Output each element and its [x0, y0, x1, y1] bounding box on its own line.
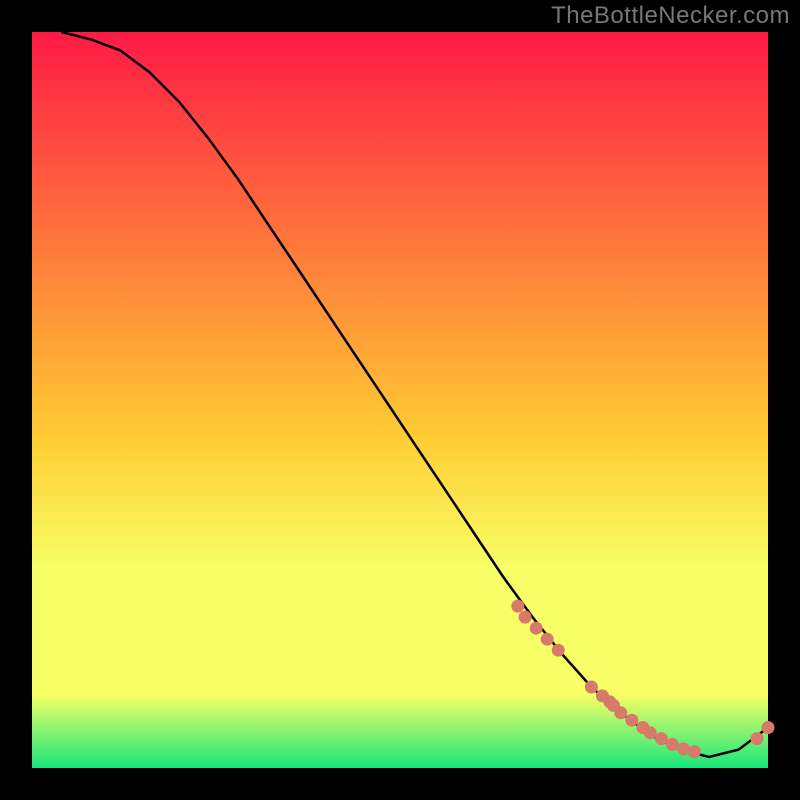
- marker-dot: [751, 732, 764, 745]
- marker-dot: [511, 600, 524, 613]
- marker-dot: [541, 633, 554, 646]
- plot-area: [32, 32, 768, 768]
- marker-dot: [688, 745, 701, 758]
- marker-dot: [666, 738, 679, 751]
- marker-dot: [614, 706, 627, 719]
- marker-dot: [585, 681, 598, 694]
- marker-dot: [552, 644, 565, 657]
- marker-dot: [655, 732, 668, 745]
- marker-dot: [519, 611, 532, 624]
- marker-dot: [677, 742, 690, 755]
- bottleneck-chart: [0, 0, 800, 800]
- watermark-text: TheBottleNecker.com: [551, 2, 790, 30]
- marker-dot: [762, 721, 775, 734]
- marker-dot: [530, 622, 543, 635]
- chart-stage: TheBottleNecker.com: [0, 0, 800, 800]
- marker-dot: [625, 714, 638, 727]
- marker-dot: [644, 726, 657, 739]
